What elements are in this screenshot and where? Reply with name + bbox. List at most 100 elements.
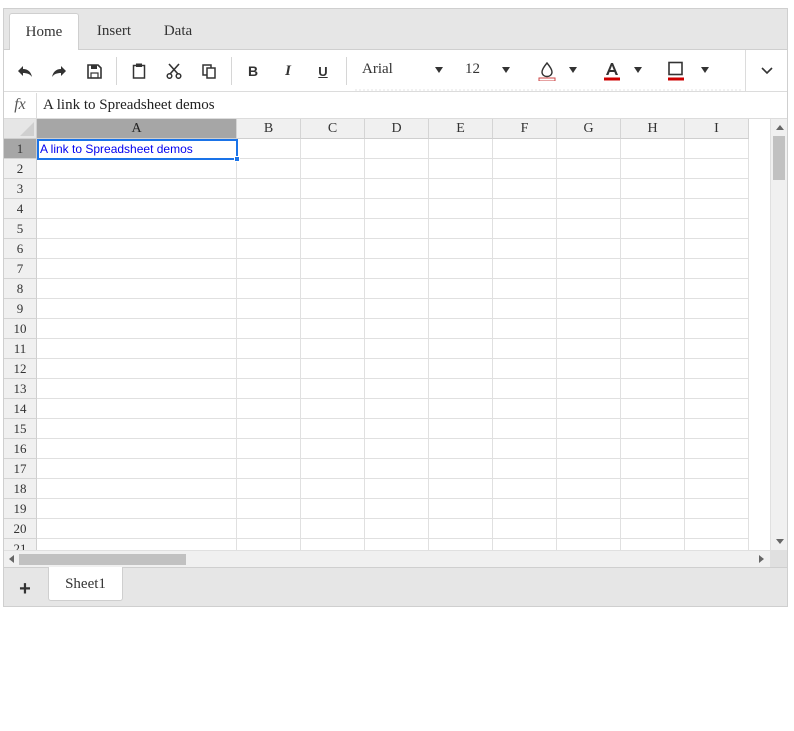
- cell-i15[interactable]: [685, 419, 749, 439]
- cell-f8[interactable]: [493, 279, 557, 299]
- column-header-h[interactable]: H: [621, 119, 685, 139]
- cell-a21[interactable]: [37, 539, 237, 550]
- cell-i1[interactable]: [685, 139, 749, 159]
- cell-d19[interactable]: [365, 499, 429, 519]
- tab-insert[interactable]: Insert: [84, 13, 144, 50]
- cell-g6[interactable]: [557, 239, 621, 259]
- column-header-b[interactable]: B: [237, 119, 301, 139]
- cell-h8[interactable]: [621, 279, 685, 299]
- tab-data[interactable]: Data: [150, 13, 206, 50]
- cell-d17[interactable]: [365, 459, 429, 479]
- cell-i12[interactable]: [685, 359, 749, 379]
- italic-button[interactable]: I: [275, 58, 301, 84]
- row-header-14[interactable]: 14: [4, 399, 37, 419]
- cell-g9[interactable]: [557, 299, 621, 319]
- cell-d14[interactable]: [365, 399, 429, 419]
- cell-d9[interactable]: [365, 299, 429, 319]
- row-header-5[interactable]: 5: [4, 219, 37, 239]
- cell-h6[interactable]: [621, 239, 685, 259]
- cell-f5[interactable]: [493, 219, 557, 239]
- cell-a2[interactable]: [37, 159, 237, 179]
- cell-a12[interactable]: [37, 359, 237, 379]
- cell-g7[interactable]: [557, 259, 621, 279]
- cell-g1[interactable]: [557, 139, 621, 159]
- row-header-11[interactable]: 11: [4, 339, 37, 359]
- cell-e17[interactable]: [429, 459, 493, 479]
- row-header-9[interactable]: 9: [4, 299, 37, 319]
- cell-i8[interactable]: [685, 279, 749, 299]
- cell-b16[interactable]: [237, 439, 301, 459]
- cell-g4[interactable]: [557, 199, 621, 219]
- tab-home[interactable]: Home: [9, 13, 79, 51]
- cell-e12[interactable]: [429, 359, 493, 379]
- cell-i11[interactable]: [685, 339, 749, 359]
- cell-h1[interactable]: [621, 139, 685, 159]
- cell-b13[interactable]: [237, 379, 301, 399]
- cell-f10[interactable]: [493, 319, 557, 339]
- cell-d10[interactable]: [365, 319, 429, 339]
- cell-e20[interactable]: [429, 519, 493, 539]
- cell-f15[interactable]: [493, 419, 557, 439]
- cell-i19[interactable]: [685, 499, 749, 519]
- cell-a4[interactable]: [37, 199, 237, 219]
- copy-button[interactable]: [196, 58, 222, 84]
- cell-i14[interactable]: [685, 399, 749, 419]
- cell-h12[interactable]: [621, 359, 685, 379]
- font-family-dropdown[interactable]: Arial: [354, 50, 450, 91]
- cell-a11[interactable]: [37, 339, 237, 359]
- column-header-c[interactable]: C: [301, 119, 365, 139]
- cell-d16[interactable]: [365, 439, 429, 459]
- cell-e8[interactable]: [429, 279, 493, 299]
- cell-f2[interactable]: [493, 159, 557, 179]
- cell-h14[interactable]: [621, 399, 685, 419]
- cell-i21[interactable]: [685, 539, 749, 550]
- cell-i7[interactable]: [685, 259, 749, 279]
- cell-c4[interactable]: [301, 199, 365, 219]
- formula-input[interactable]: A link to Spreadsheet demos: [43, 93, 215, 118]
- cell-a5[interactable]: [37, 219, 237, 239]
- cell-c1[interactable]: [301, 139, 365, 159]
- cell-b8[interactable]: [237, 279, 301, 299]
- cell-b1[interactable]: [237, 139, 301, 159]
- cell-f13[interactable]: [493, 379, 557, 399]
- underline-button[interactable]: U: [310, 58, 336, 84]
- row-header-10[interactable]: 10: [4, 319, 37, 339]
- cell-d1[interactable]: [365, 139, 429, 159]
- cell-g21[interactable]: [557, 539, 621, 550]
- row-header-15[interactable]: 15: [4, 419, 37, 439]
- cell-b12[interactable]: [237, 359, 301, 379]
- cell-c2[interactable]: [301, 159, 365, 179]
- row-header-6[interactable]: 6: [4, 239, 37, 259]
- cell-h2[interactable]: [621, 159, 685, 179]
- cell-c9[interactable]: [301, 299, 365, 319]
- cell-f6[interactable]: [493, 239, 557, 259]
- cell-c19[interactable]: [301, 499, 365, 519]
- row-header-17[interactable]: 17: [4, 459, 37, 479]
- vertical-scrollbar[interactable]: [770, 119, 787, 550]
- cell-d21[interactable]: [365, 539, 429, 550]
- cell-b11[interactable]: [237, 339, 301, 359]
- cell-c6[interactable]: [301, 239, 365, 259]
- cell-c5[interactable]: [301, 219, 365, 239]
- cell-f17[interactable]: [493, 459, 557, 479]
- horizontal-scroll-thumb[interactable]: [19, 554, 186, 565]
- vertical-scroll-thumb[interactable]: [773, 136, 785, 180]
- cell-d13[interactable]: [365, 379, 429, 399]
- column-header-a[interactable]: A: [37, 119, 237, 139]
- paste-button[interactable]: [126, 58, 152, 84]
- save-button[interactable]: [81, 58, 107, 84]
- cell-e3[interactable]: [429, 179, 493, 199]
- cell-a13[interactable]: [37, 379, 237, 399]
- cell-d2[interactable]: [365, 159, 429, 179]
- cell-a16[interactable]: [37, 439, 237, 459]
- cell-e14[interactable]: [429, 399, 493, 419]
- row-header-12[interactable]: 12: [4, 359, 37, 379]
- cell-d3[interactable]: [365, 179, 429, 199]
- cell-i9[interactable]: [685, 299, 749, 319]
- cell-c14[interactable]: [301, 399, 365, 419]
- cell-i10[interactable]: [685, 319, 749, 339]
- cell-a18[interactable]: [37, 479, 237, 499]
- scroll-up-icon[interactable]: [776, 125, 784, 130]
- cell-e16[interactable]: [429, 439, 493, 459]
- cell-g15[interactable]: [557, 419, 621, 439]
